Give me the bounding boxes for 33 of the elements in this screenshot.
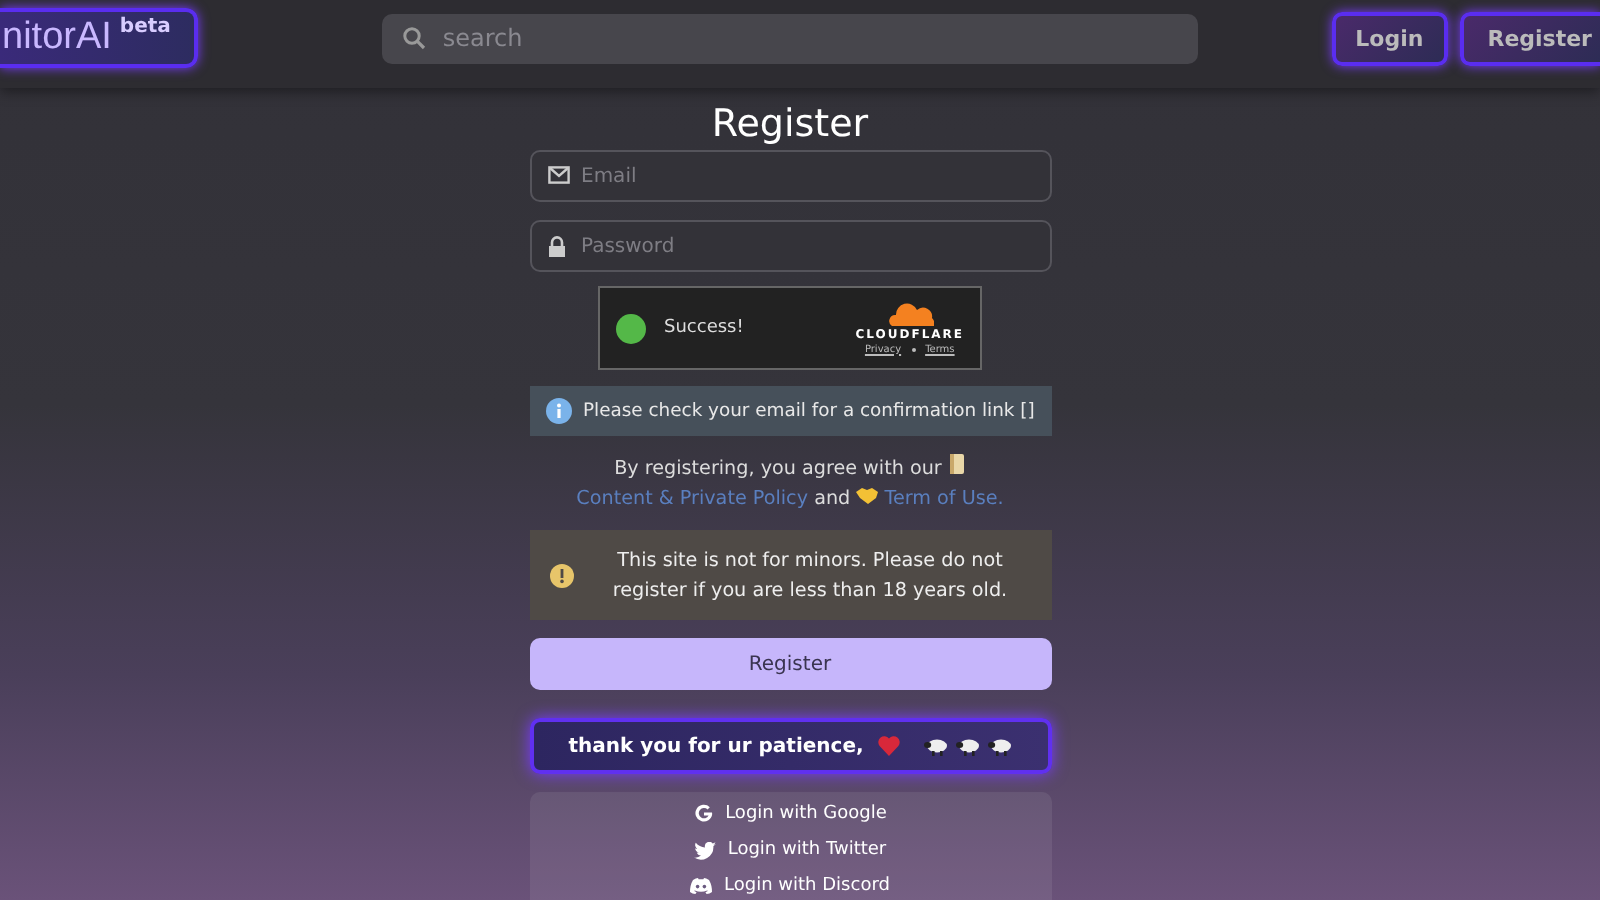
password-field[interactable]: Password	[529, 220, 1051, 272]
sheep-icon	[923, 737, 948, 755]
logo-text: nitorAI	[2, 14, 112, 62]
info-icon	[545, 398, 571, 424]
info-message: Please check your email for a confirmation link []	[583, 400, 1035, 422]
lock-icon	[547, 236, 565, 258]
envelope-icon	[547, 166, 569, 184]
separator-dot-icon	[911, 347, 916, 351]
discord-login-button[interactable]: Login with Discord	[690, 874, 890, 898]
beta-label: beta	[119, 14, 171, 42]
banner-text: thank you for ur patience,	[568, 735, 864, 757]
captcha-status: Success!	[664, 318, 746, 338]
success-icon	[616, 313, 646, 343]
login-button[interactable]: Login	[1331, 11, 1448, 65]
register-submit-button[interactable]: Register	[529, 638, 1051, 690]
agreement-text: By registering, you agree with our Content & Private Policy and Term of Use.	[574, 454, 1006, 514]
warning-message: This site is not for minors. Please do not register if you are less than 18 years old.	[610, 547, 1010, 605]
email-field[interactable]: Email	[529, 150, 1051, 202]
bird-icon	[693, 841, 716, 859]
warning-icon	[549, 563, 573, 587]
register-button[interactable]: Register	[1459, 11, 1600, 65]
sheep-icon	[987, 737, 1012, 755]
logo-badge[interactable]: nitorAI beta	[0, 8, 199, 68]
twitter-login-button[interactable]: Login with Twitter	[693, 838, 887, 862]
google-login-button[interactable]: Login with Google	[693, 802, 887, 826]
search-field[interactable]: search	[382, 13, 1199, 63]
sheep-icon	[955, 737, 980, 755]
google-icon	[693, 804, 714, 824]
heart-icon	[877, 736, 900, 756]
discord-icon	[690, 878, 713, 894]
cloud-icon	[885, 301, 934, 325]
search-icon	[402, 25, 427, 49]
page-title: Register	[711, 100, 869, 148]
